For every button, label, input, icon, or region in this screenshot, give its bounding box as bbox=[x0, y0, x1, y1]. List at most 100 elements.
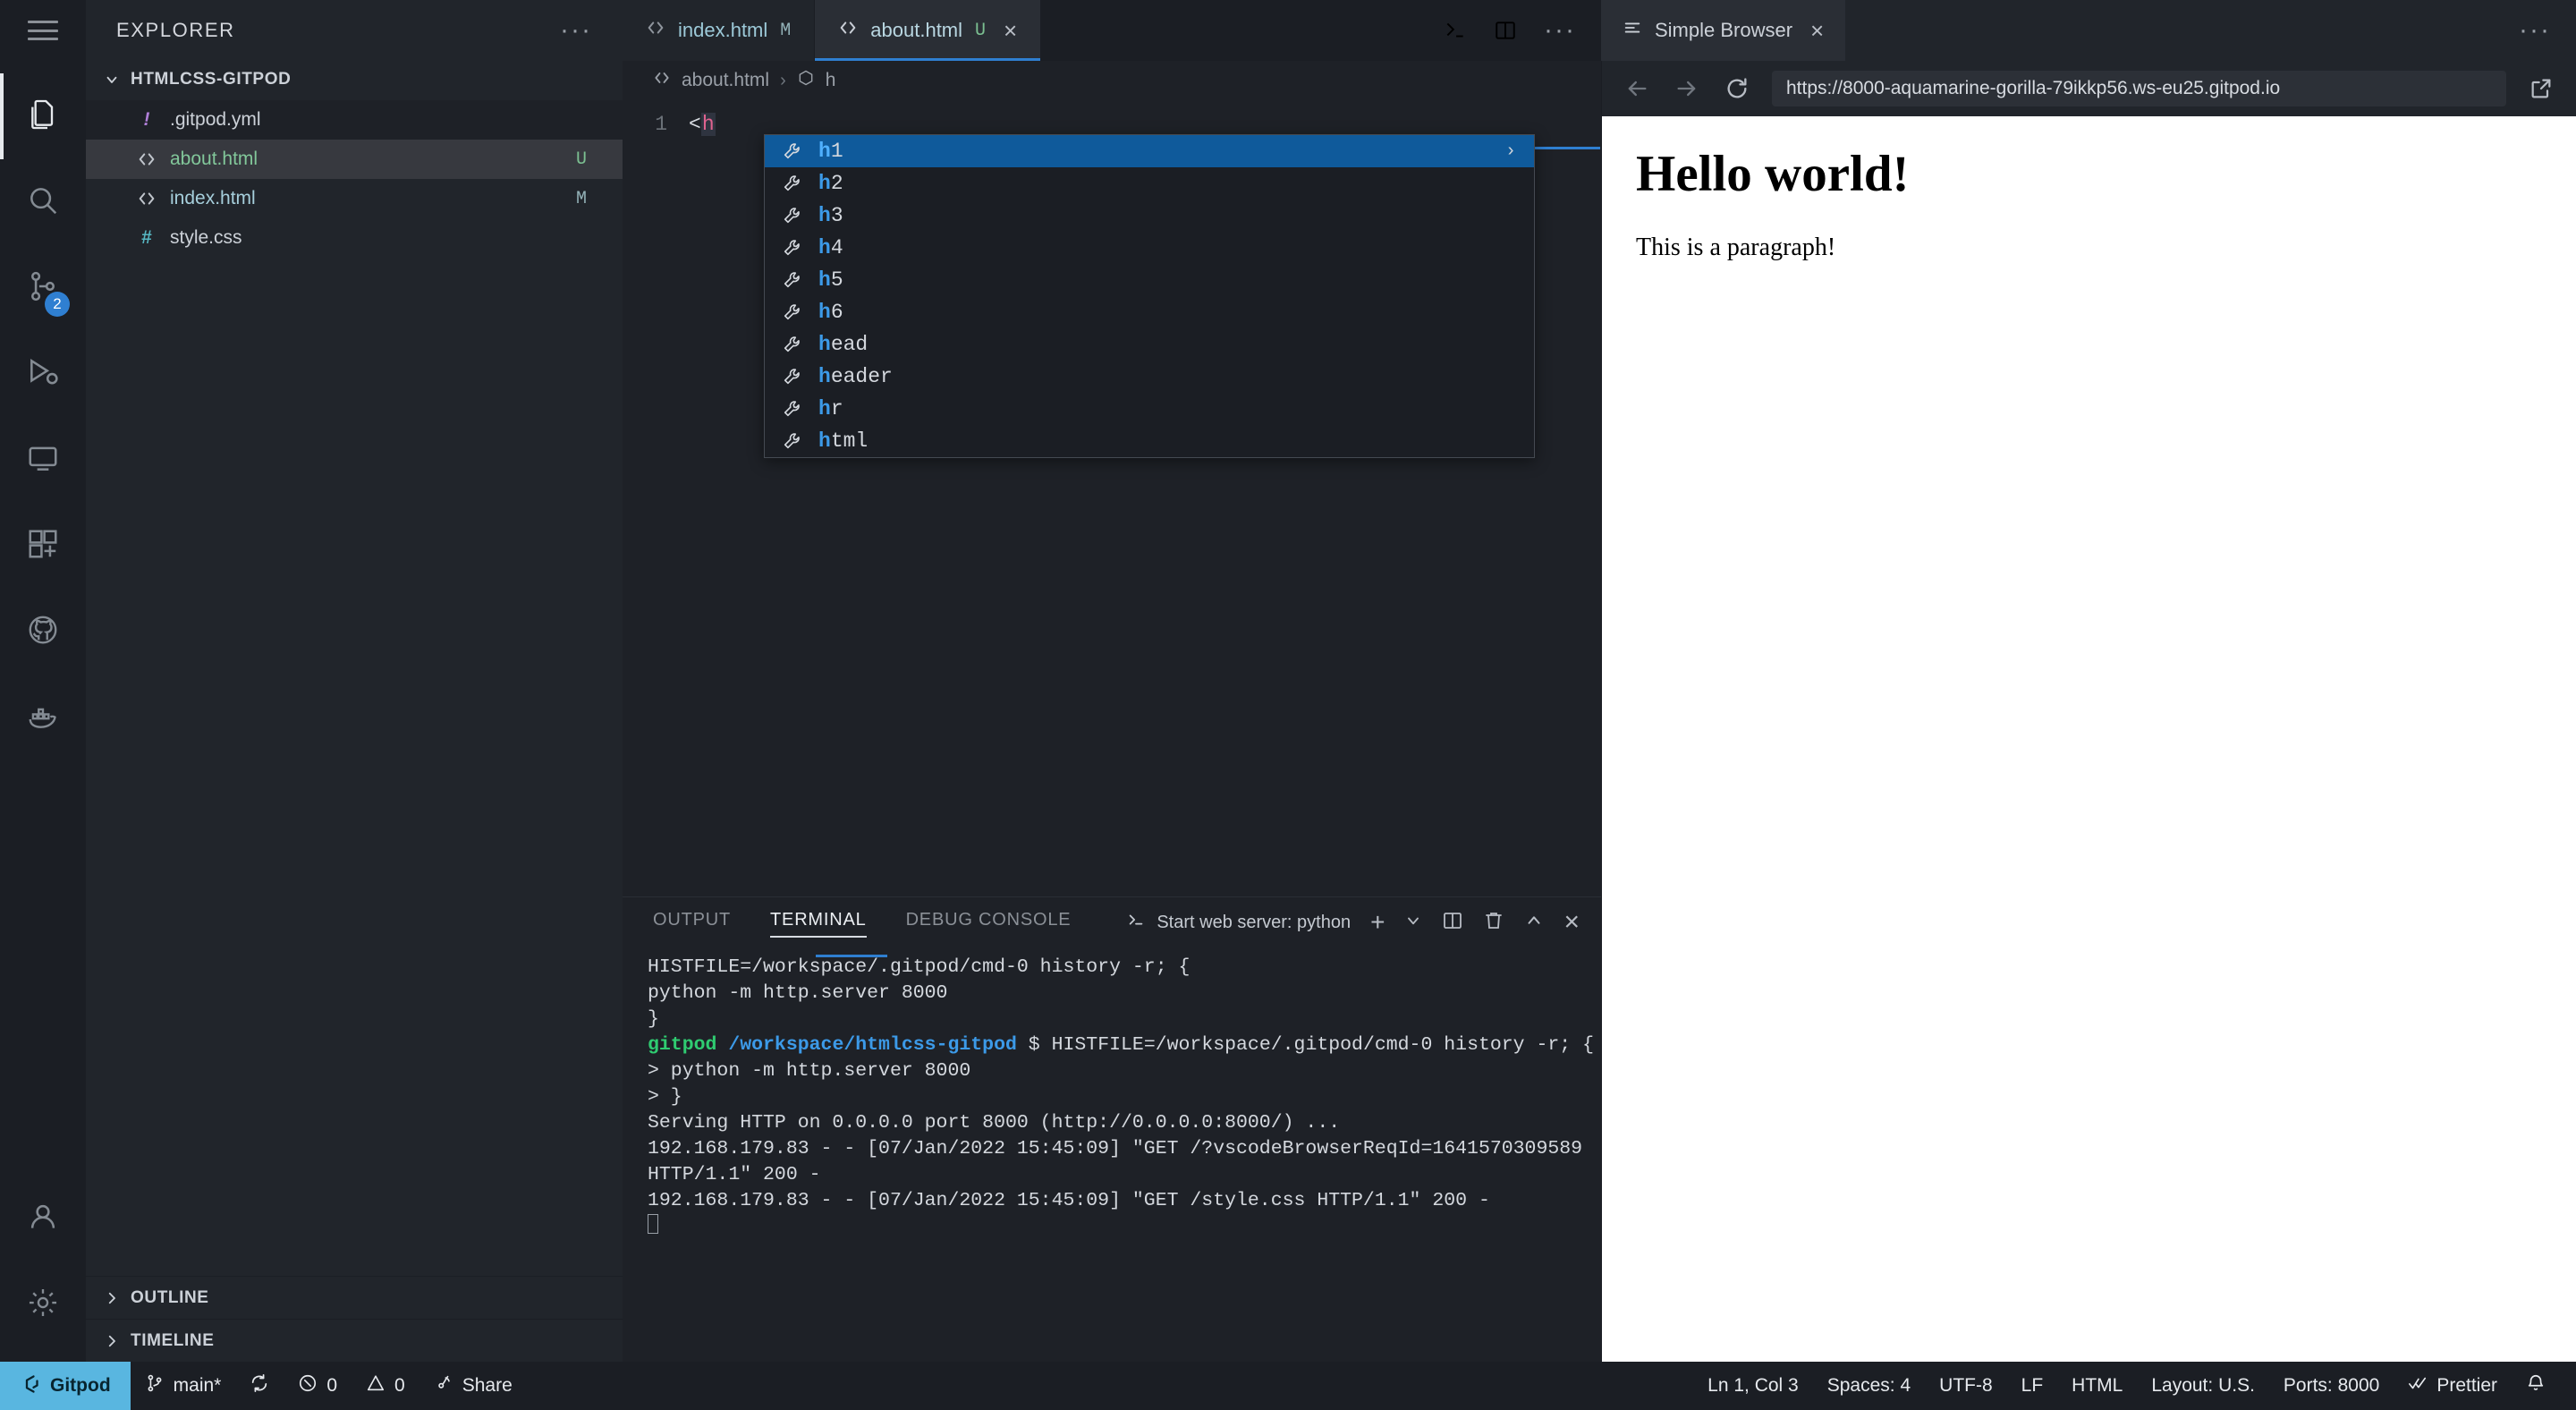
folder-name: HTMLCSS-GITPOD bbox=[131, 70, 292, 89]
status-language-mode[interactable]: HTML bbox=[2057, 1375, 2137, 1397]
sidebar-item-run-and-debug[interactable] bbox=[0, 331, 86, 417]
file-row-about-html[interactable]: about.html U bbox=[86, 140, 623, 179]
status-prettier-label: Prettier bbox=[2436, 1375, 2497, 1396]
wrench-icon bbox=[781, 204, 804, 227]
sidebar-item-accounts[interactable] bbox=[0, 1176, 86, 1261]
sidebar-item-explorer[interactable] bbox=[0, 73, 86, 159]
file-row-gitpod-yml[interactable]: ! .gitpod.yml bbox=[86, 100, 623, 140]
status-error-count: 0 bbox=[326, 1375, 338, 1396]
browser-more-actions-icon[interactable]: ··· bbox=[2519, 17, 2551, 44]
status-warnings[interactable]: 0 bbox=[352, 1362, 419, 1410]
arrow-right-icon[interactable] bbox=[1672, 73, 1702, 104]
status-sync[interactable] bbox=[235, 1362, 284, 1410]
sidebar-item-search[interactable] bbox=[0, 159, 86, 245]
status-eol[interactable]: LF bbox=[2007, 1375, 2058, 1397]
status-bar: Gitpod main* 0 0 Share Ln 1, Col 3 Space… bbox=[0, 1362, 2576, 1410]
suggestion-item-h4[interactable]: h4 bbox=[765, 232, 1534, 264]
explorer-sidebar: HTMLCSS-GITPOD ! .gitpod.yml about.html … bbox=[86, 61, 623, 1362]
file-row-index-html[interactable]: index.html M bbox=[86, 179, 623, 218]
folder-header[interactable]: HTMLCSS-GITPOD bbox=[86, 61, 623, 98]
file-name: index.html bbox=[170, 188, 256, 208]
suggestion-label: head bbox=[818, 333, 869, 356]
breadcrumb-file[interactable]: about.html bbox=[682, 70, 769, 91]
docker-icon bbox=[26, 699, 60, 737]
suggestion-item-h1[interactable]: h1 › bbox=[765, 135, 1534, 167]
suggestion-item-head[interactable]: head bbox=[765, 328, 1534, 361]
status-ports[interactable]: Ports: 8000 bbox=[2269, 1375, 2394, 1397]
chevron-down-icon bbox=[104, 72, 120, 88]
account-icon bbox=[26, 1200, 60, 1238]
status-errors[interactable]: 0 bbox=[284, 1362, 352, 1410]
extensions-icon bbox=[26, 527, 60, 565]
suggestion-item-h3[interactable]: h3 bbox=[765, 200, 1534, 232]
terminal-selector[interactable]: Start web server: python bbox=[1126, 910, 1351, 935]
sidebar-item-remote-explorer[interactable] bbox=[0, 417, 86, 503]
wrench-icon bbox=[781, 172, 804, 195]
status-prettier[interactable]: Prettier bbox=[2394, 1373, 2512, 1398]
sidebar-item-source-control[interactable]: 2 bbox=[0, 245, 86, 331]
activity-bar: 2 bbox=[0, 61, 86, 1362]
chevron-right-icon bbox=[104, 1333, 120, 1349]
chevron-up-icon[interactable] bbox=[1524, 911, 1544, 935]
file-row-style-css[interactable]: # style.css bbox=[86, 218, 623, 258]
editor-tabs-bar: index.html M about.html U × ··· bbox=[623, 0, 1601, 61]
close-icon[interactable]: × bbox=[1810, 19, 1824, 42]
trash-icon[interactable] bbox=[1483, 910, 1504, 936]
sidebar-item-settings[interactable] bbox=[0, 1261, 86, 1347]
reload-icon[interactable] bbox=[1722, 73, 1752, 104]
suggestion-item-h2[interactable]: h2 bbox=[765, 167, 1534, 200]
status-cursor-position[interactable]: Ln 1, Col 3 bbox=[1693, 1375, 1813, 1397]
github-icon bbox=[26, 613, 60, 651]
status-keyboard-layout[interactable]: Layout: U.S. bbox=[2137, 1375, 2269, 1397]
plus-icon[interactable]: + bbox=[1370, 908, 1385, 937]
terminal-line: Serving HTTP on 0.0.0.0 port 8000 (http:… bbox=[648, 1112, 1341, 1134]
status-encoding[interactable]: UTF-8 bbox=[1925, 1375, 2007, 1397]
status-share[interactable]: Share bbox=[419, 1362, 527, 1410]
explorer-more-actions-icon[interactable]: ··· bbox=[560, 17, 592, 44]
wrench-icon bbox=[781, 333, 804, 356]
suggestion-item-hr[interactable]: hr bbox=[765, 393, 1534, 425]
menu-button[interactable] bbox=[0, 0, 86, 61]
sidebar-section-outline[interactable]: OUTLINE bbox=[86, 1276, 623, 1319]
terminal-output[interactable]: HISTFILE=/workspace/.gitpod/cmd-0 histor… bbox=[623, 947, 1601, 1362]
split-editor-icon[interactable] bbox=[1494, 19, 1517, 42]
status-notifications[interactable] bbox=[2512, 1373, 2560, 1398]
breadcrumb-symbol[interactable]: h bbox=[826, 70, 836, 91]
close-icon[interactable]: × bbox=[1004, 19, 1017, 42]
sidebar-item-github[interactable] bbox=[0, 589, 86, 675]
tab-simple-browser[interactable]: Simple Browser × bbox=[1601, 0, 1846, 61]
suggestion-detail-arrow-icon[interactable]: › bbox=[1505, 141, 1516, 162]
split-icon[interactable] bbox=[1442, 910, 1463, 936]
arrow-left-icon[interactable] bbox=[1622, 73, 1652, 104]
html-icon bbox=[136, 189, 157, 208]
chevron-down-icon[interactable] bbox=[1404, 912, 1422, 934]
status-indentation[interactable]: Spaces: 4 bbox=[1813, 1375, 1925, 1397]
terminal-line: 192.168.179.83 - - [07/Jan/2022 15:45:09… bbox=[648, 1138, 1583, 1185]
status-gitpod-button[interactable]: Gitpod bbox=[0, 1362, 131, 1410]
suggestion-item-h5[interactable]: h5 bbox=[765, 264, 1534, 296]
run-debug-icon bbox=[26, 355, 60, 394]
terminal-cursor-line bbox=[648, 1214, 1601, 1240]
panel-tab-output[interactable]: OUTPUT bbox=[653, 910, 731, 936]
suggestion-item-h6[interactable]: h6 bbox=[765, 296, 1534, 328]
sidebar-section-timeline[interactable]: TIMELINE bbox=[86, 1319, 623, 1362]
status-branch[interactable]: main* bbox=[131, 1362, 236, 1410]
sidebar-item-docker[interactable] bbox=[0, 675, 86, 760]
html-icon bbox=[838, 18, 858, 43]
sidebar-item-extensions[interactable] bbox=[0, 503, 86, 589]
open-external-icon[interactable] bbox=[2526, 73, 2556, 104]
close-icon[interactable]: × bbox=[1563, 909, 1580, 936]
panel-tab-debug-console[interactable]: DEBUG CONSOLE bbox=[906, 910, 1072, 936]
browser-toolbar: https://8000-aquamarine-gorilla-79ikkp56… bbox=[1602, 61, 2576, 116]
wrench-icon bbox=[781, 397, 804, 420]
url-input[interactable]: https://8000-aquamarine-gorilla-79ikkp56… bbox=[1772, 71, 2506, 106]
editor-more-actions-icon[interactable]: ··· bbox=[1544, 17, 1576, 44]
suggestion-widget[interactable]: h1 › h2 h3 h4 h5 h6 head header hr html bbox=[764, 134, 1535, 458]
suggestion-item-html[interactable]: html bbox=[765, 425, 1534, 457]
suggestion-item-header[interactable]: header bbox=[765, 361, 1534, 393]
code-editor[interactable]: 1 <h h1 › h2 h3 h4 h5 h6 head header hr … bbox=[623, 100, 1601, 896]
panel-tab-terminal[interactable]: TERMINAL bbox=[770, 910, 867, 938]
tab-index-html[interactable]: index.html M bbox=[623, 0, 816, 61]
tab-about-html[interactable]: about.html U × bbox=[815, 0, 1042, 61]
preview-icon[interactable] bbox=[1444, 19, 1467, 42]
